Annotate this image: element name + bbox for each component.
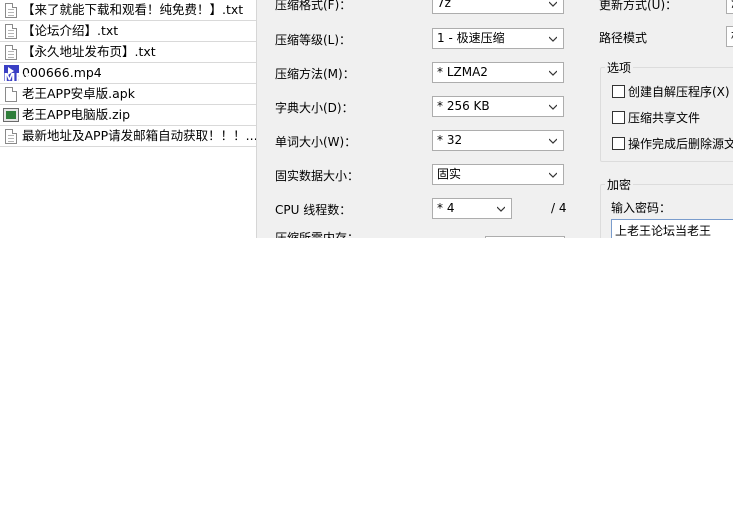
method-select[interactable]: * LZMA2 bbox=[432, 62, 564, 83]
update-label: 更新方式(U)： bbox=[599, 0, 678, 12]
zip-file-icon bbox=[2, 106, 20, 124]
path-mode-label: 路径模式 bbox=[599, 31, 648, 45]
memory-label: 压缩所需内存： bbox=[275, 231, 360, 238]
file-name: 最新地址及APP请发邮箱自动获取！！！.... bbox=[22, 128, 256, 143]
checkbox-box bbox=[612, 85, 625, 98]
options-title: 选项 bbox=[605, 59, 634, 76]
mp4-file-icon: MP4 bbox=[2, 64, 33, 83]
memory-field bbox=[485, 236, 565, 238]
chevron-down-icon bbox=[549, 0, 557, 8]
cpu-select[interactable]: * 4 bbox=[432, 198, 512, 219]
file-name: 老王APP安卓版.apk bbox=[22, 86, 135, 101]
apk-file-icon bbox=[2, 85, 20, 103]
file-name: 【永久地址发布页】.txt bbox=[22, 44, 156, 59]
file-list: 【来了就能下载和观看！纯免费！】.txt 【论坛介绍】.txt 【永久地址发布页… bbox=[0, 0, 256, 148]
word-label: 单词大小(W)： bbox=[275, 135, 357, 149]
file-name: 【来了就能下载和观看！纯免费！】.txt bbox=[22, 2, 244, 17]
checkbox-box bbox=[612, 137, 625, 150]
file-row[interactable]: 【来了就能下载和观看！纯免费！】.txt bbox=[0, 0, 256, 21]
file-row[interactable]: 老王APP安卓版.apk bbox=[0, 84, 256, 105]
encryption-title: 加密 bbox=[605, 176, 634, 193]
format-label: 压缩格式(F)： bbox=[275, 0, 352, 12]
path-mode-select[interactable]: 相 bbox=[726, 26, 733, 47]
chevron-down-icon bbox=[549, 69, 557, 77]
file-row[interactable]: MP4 000666.mp4 bbox=[0, 63, 256, 84]
chevron-down-icon bbox=[549, 35, 557, 43]
sfx-checkbox[interactable]: 创建自解压程序(X) bbox=[612, 83, 730, 100]
method-label: 压缩方法(M)： bbox=[275, 67, 355, 81]
file-row[interactable]: 【论坛介绍】.txt bbox=[0, 21, 256, 42]
update-select[interactable]: 添 bbox=[726, 0, 733, 14]
delete-after-checkbox[interactable]: 操作完成后删除源文 bbox=[612, 135, 733, 152]
file-row[interactable]: 【永久地址发布页】.txt bbox=[0, 42, 256, 63]
password-input[interactable]: 上老王论坛当老王 bbox=[611, 219, 733, 238]
solid-label: 固实数据大小： bbox=[275, 169, 360, 183]
cpu-label: CPU 线程数： bbox=[275, 203, 352, 217]
chevron-down-icon bbox=[549, 137, 557, 145]
password-label: 输入密码： bbox=[611, 201, 672, 215]
dict-label: 字典大小(D)： bbox=[275, 101, 354, 115]
level-select[interactable]: 1 - 极速压缩 bbox=[432, 28, 564, 49]
level-label: 压缩等级(L)： bbox=[275, 33, 352, 47]
chevron-down-icon bbox=[549, 171, 557, 179]
text-file-icon bbox=[2, 43, 20, 61]
file-name: 000666.mp4 bbox=[22, 65, 102, 80]
add-to-archive-dialog: 压缩格式(F)： 压缩等级(L)： 压缩方法(M)： 字典大小(D)： 单词大小… bbox=[256, 0, 733, 238]
file-row[interactable]: 老王APP电脑版.zip bbox=[0, 105, 256, 126]
format-select[interactable]: 7z bbox=[432, 0, 564, 14]
text-file-icon bbox=[2, 127, 20, 145]
cpu-total: / 4 bbox=[551, 201, 567, 215]
text-file-icon bbox=[2, 1, 20, 19]
checkbox-box bbox=[612, 111, 625, 124]
file-name: 【论坛介绍】.txt bbox=[22, 23, 119, 38]
solid-select[interactable]: 固实 bbox=[432, 164, 564, 185]
chevron-down-icon bbox=[549, 103, 557, 111]
shared-files-checkbox[interactable]: 压缩共享文件 bbox=[612, 109, 700, 126]
dict-select[interactable]: * 256 KB bbox=[432, 96, 564, 117]
text-file-icon bbox=[2, 22, 20, 40]
file-row[interactable]: 最新地址及APP请发邮箱自动获取！！！.... bbox=[0, 126, 256, 147]
chevron-down-icon bbox=[497, 205, 505, 213]
file-name: 老王APP电脑版.zip bbox=[22, 107, 131, 122]
word-select[interactable]: * 32 bbox=[432, 130, 564, 151]
